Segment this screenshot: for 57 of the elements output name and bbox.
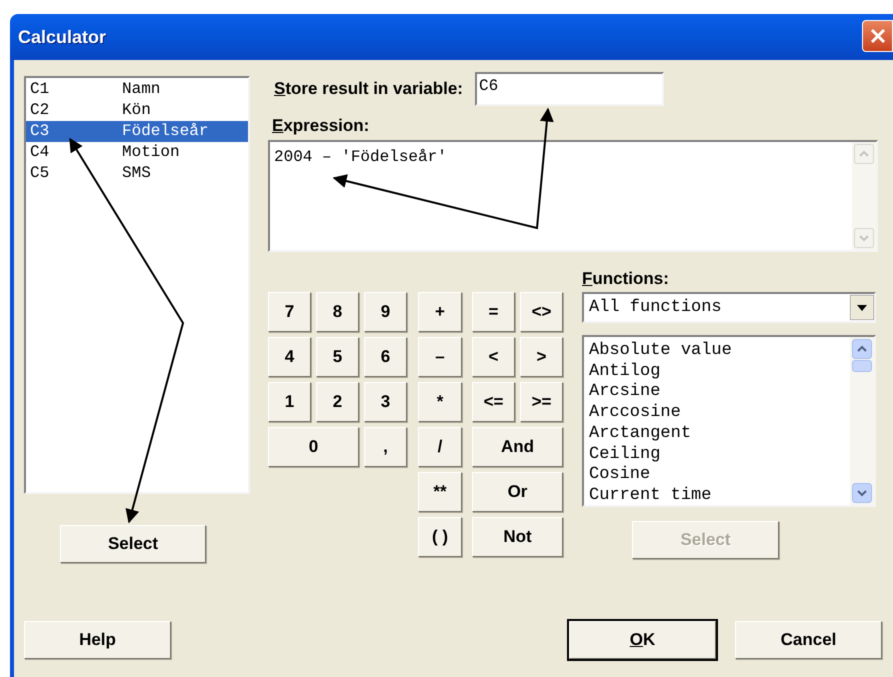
close-icon <box>868 27 886 45</box>
variable-item[interactable]: C4 Motion <box>26 142 248 163</box>
function-item[interactable]: Arctangent <box>589 424 850 445</box>
key-button[interactable]: < <box>472 337 515 377</box>
function-item[interactable]: Antilog <box>589 362 850 382</box>
window-title: Calculator <box>18 26 106 48</box>
function-item[interactable]: Arccosine <box>589 403 850 424</box>
scroll-down-icon[interactable] <box>852 483 872 503</box>
function-item[interactable]: Ceiling <box>589 444 850 466</box>
variable-item[interactable]: C2 Kön <box>26 100 248 121</box>
expression-label: Expression: <box>272 115 370 138</box>
key-button[interactable]: 4 <box>268 337 311 377</box>
functions-label: Functions: <box>582 268 669 290</box>
key-button[interactable]: And <box>472 427 563 467</box>
scrollbar[interactable] <box>850 337 874 505</box>
key-button[interactable]: 8 <box>316 292 359 332</box>
key-button[interactable]: Not <box>472 517 563 557</box>
variable-item[interactable]: C3 Födelseår <box>26 121 248 142</box>
key-button[interactable]: ** <box>418 472 462 512</box>
function-item[interactable]: Current time <box>589 486 850 507</box>
key-button[interactable]: 1 <box>268 382 311 422</box>
dialog-button[interactable]: Help <box>24 621 171 659</box>
dialog-button[interactable]: OK <box>569 621 716 659</box>
function-item[interactable]: Arcsine <box>589 382 850 404</box>
store-variable-field[interactable]: C6 <box>474 72 664 106</box>
key-button[interactable]: 6 <box>364 337 407 377</box>
function-item[interactable]: Cosine <box>589 465 850 486</box>
key-button[interactable]: ( ) <box>418 517 462 557</box>
select-button[interactable]: Select <box>60 525 206 563</box>
key-button[interactable]: 7 <box>268 292 311 332</box>
key-button[interactable]: , <box>364 427 407 467</box>
dialog-button[interactable]: Cancel <box>735 621 882 659</box>
key-button[interactable]: – <box>418 337 462 377</box>
key-button[interactable]: 3 <box>364 382 407 422</box>
scroll-thumb[interactable] <box>852 360 872 372</box>
key-button[interactable]: <> <box>520 292 563 332</box>
key-button[interactable]: 2 <box>316 382 359 422</box>
key-button[interactable]: > <box>520 337 563 377</box>
key-button[interactable]: 5 <box>316 337 359 377</box>
key-button[interactable]: + <box>418 292 462 332</box>
key-button[interactable]: 0 <box>268 427 359 467</box>
scroll-up-icon[interactable] <box>852 339 872 359</box>
key-button[interactable]: >= <box>520 382 563 422</box>
function-category-dropdown[interactable]: All functions <box>582 292 876 323</box>
store-result-label: Store result in variable: <box>273 78 463 100</box>
key-button[interactable]: = <box>472 292 515 332</box>
close-button[interactable] <box>862 20 893 52</box>
key-button[interactable]: / <box>418 427 462 467</box>
variable-item[interactable]: C5 SMS <box>26 163 248 184</box>
expression-field[interactable]: 2004 – 'Födelseår' <box>268 140 878 252</box>
dropdown-arrow-icon[interactable] <box>850 295 874 320</box>
variable-item[interactable]: C1 Namn <box>26 79 248 100</box>
function-item[interactable]: Absolute value <box>589 341 850 362</box>
key-button[interactable]: <= <box>472 382 515 422</box>
key-button[interactable]: * <box>418 382 462 422</box>
key-button[interactable]: Or <box>472 472 563 512</box>
key-button[interactable]: 9 <box>364 292 407 332</box>
